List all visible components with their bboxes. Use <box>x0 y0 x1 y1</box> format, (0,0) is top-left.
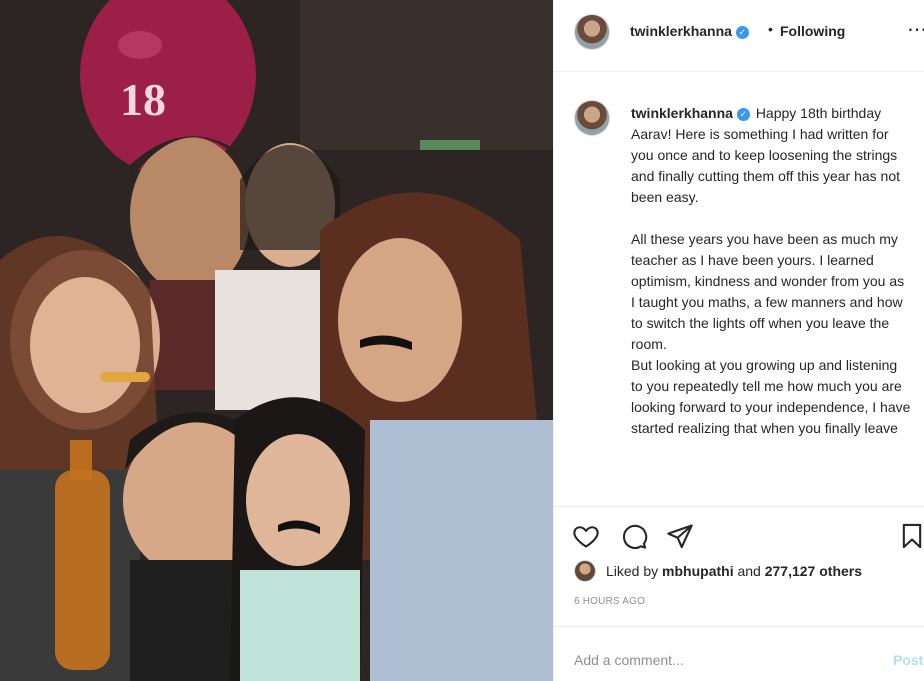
separator-dot: • <box>768 21 773 37</box>
likes-middle: and <box>733 563 765 579</box>
likes-prefix: Liked by <box>606 563 663 579</box>
more-horizontal-icon[interactable]: ⋯ <box>907 17 924 42</box>
caption-username-text[interactable]: twinklerkhanna <box>631 105 733 121</box>
verified-icon: ✓ <box>736 108 750 121</box>
likes-text[interactable]: Liked by mbhupathi and 277,127 others <box>606 563 862 579</box>
comment-icon[interactable] <box>620 522 648 550</box>
balloon-number: 18 <box>120 74 166 125</box>
caption-avatar[interactable] <box>574 100 610 136</box>
post-comment-button[interactable]: Post <box>893 652 923 668</box>
heart-icon[interactable] <box>572 522 600 550</box>
liker-avatar[interactable] <box>574 560 596 582</box>
header-username[interactable]: twinklerkhanna ✓ <box>630 23 749 39</box>
send-icon[interactable] <box>666 522 694 550</box>
photo-illustration: 18 <box>0 0 553 681</box>
bookmark-icon[interactable] <box>898 522 924 550</box>
post-panel: twinklerkhanna ✓ • Following ⋯ twinklerkh… <box>553 0 924 681</box>
comments-section[interactable]: twinklerkhanna ✓ Happy 18th birthday Aara… <box>554 88 924 500</box>
avatar[interactable] <box>574 14 610 50</box>
liker-username[interactable]: mbhupathi <box>662 563 734 579</box>
caption: twinklerkhanna ✓ Happy 18th birthday Aara… <box>631 103 911 439</box>
caption-text: Happy 18th birthday Aarav! Here is somet… <box>631 105 911 436</box>
post-photo[interactable]: 18 <box>0 0 553 681</box>
likes-count[interactable]: 277,127 others <box>765 563 862 579</box>
post-header: twinklerkhanna ✓ • Following ⋯ <box>554 0 924 72</box>
header-username-text[interactable]: twinklerkhanna <box>630 23 732 39</box>
add-comment-bar: Add a comment... Post <box>554 626 924 681</box>
caption-username[interactable]: twinklerkhanna ✓ <box>631 105 750 121</box>
post-timestamp[interactable]: 6 HOURS AGO <box>574 596 645 607</box>
following-button[interactable]: Following <box>780 23 845 39</box>
comment-input[interactable]: Add a comment... <box>574 652 684 668</box>
action-bar <box>554 506 924 558</box>
verified-icon: ✓ <box>735 26 749 39</box>
